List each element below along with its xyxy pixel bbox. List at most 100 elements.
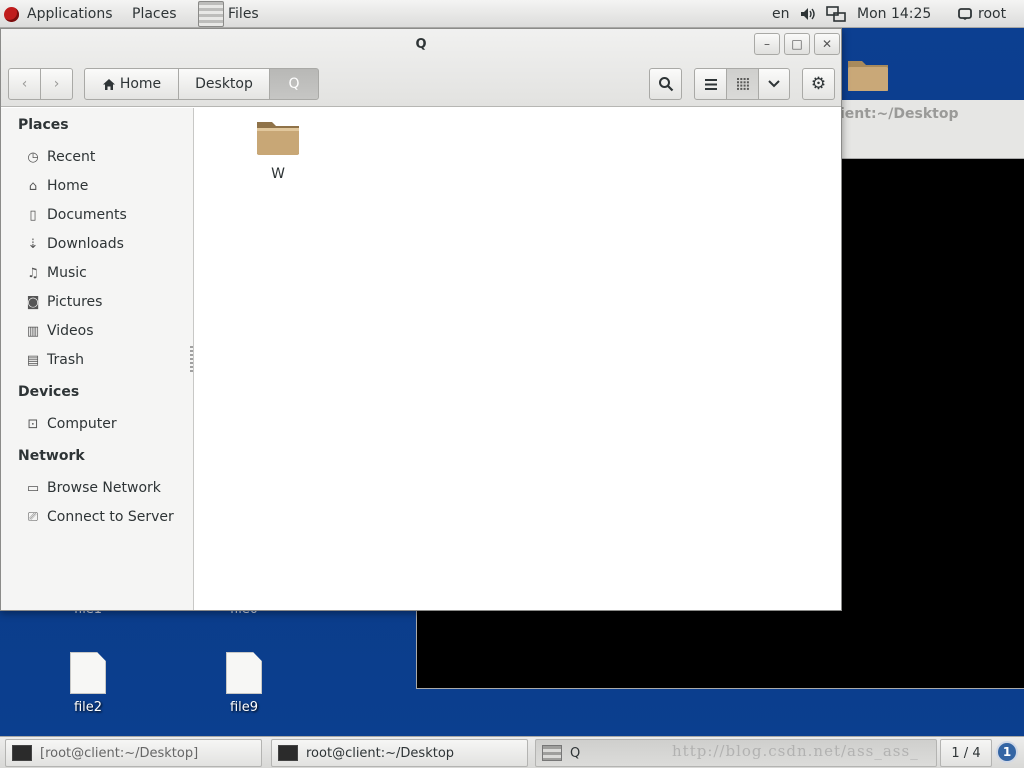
sidebar-section-places: Places bbox=[18, 117, 69, 133]
background-folder-icon[interactable] bbox=[846, 55, 890, 93]
sidebar-item-music[interactable]: ♫ Music bbox=[25, 260, 190, 286]
minimize-button[interactable]: – bbox=[754, 33, 780, 55]
maximize-icon: □ bbox=[791, 37, 803, 51]
search-icon bbox=[658, 77, 673, 92]
sidebar-item-label: Home bbox=[47, 178, 89, 194]
workspace-switcher[interactable]: 1 / 4 bbox=[940, 739, 992, 767]
watermark-text: http://blog.csdn.net/ass_ass_ bbox=[672, 742, 919, 760]
network-wired-icon[interactable] bbox=[826, 6, 846, 22]
sidebar-item-videos[interactable]: ▥ Videos bbox=[25, 318, 190, 344]
list-view-button[interactable] bbox=[694, 68, 727, 100]
back-button[interactable]: ‹ bbox=[8, 68, 41, 100]
sidebar-item-label: Music bbox=[47, 265, 87, 281]
close-button[interactable]: ✕ bbox=[814, 33, 840, 55]
file-view[interactable]: W bbox=[195, 108, 841, 610]
sidebar-item-trash[interactable]: ▤ Trash bbox=[25, 347, 190, 373]
sidebar-item-label: Trash bbox=[47, 352, 84, 368]
sidebar: Places ◷ Recent ⌂ Home ▯ Documents ⇣ Dow… bbox=[1, 108, 194, 610]
files-label: Files bbox=[228, 6, 259, 22]
downloads-icon: ⇣ bbox=[27, 236, 39, 252]
folder-item[interactable]: W bbox=[243, 118, 313, 182]
grid-view-button[interactable] bbox=[726, 68, 759, 100]
places-menu[interactable]: Places bbox=[132, 0, 177, 28]
header-bar[interactable]: Q – □ ✕ ‹ › Home Desktop Q ⚙ bbox=[1, 29, 841, 107]
user-label: root bbox=[978, 6, 1007, 22]
clock-label: Mon 14:25 bbox=[857, 6, 932, 22]
trash-icon: ▤ bbox=[26, 352, 40, 368]
language-indicator[interactable]: en bbox=[772, 0, 790, 28]
sidebar-item-recent[interactable]: ◷ Recent bbox=[25, 144, 190, 170]
sidebar-item-documents[interactable]: ▯ Documents bbox=[25, 202, 190, 228]
notification-count: 1 bbox=[1002, 745, 1012, 759]
search-button[interactable] bbox=[649, 68, 682, 100]
maximize-button[interactable]: □ bbox=[784, 33, 810, 55]
sidebar-item-label: Downloads bbox=[47, 236, 124, 252]
file-cabinet-icon bbox=[198, 1, 224, 27]
chevron-left-icon: ‹ bbox=[21, 76, 28, 92]
sidebar-section-network: Network bbox=[18, 448, 85, 464]
minimize-icon: – bbox=[764, 37, 770, 51]
sidebar-item-label: Connect to Server bbox=[47, 509, 174, 525]
desktop-file-icon[interactable]: file9 bbox=[204, 652, 284, 715]
breadcrumb-label: Q bbox=[288, 76, 300, 92]
chevron-right-icon: › bbox=[53, 76, 60, 92]
sidebar-item-home[interactable]: ⌂ Home bbox=[25, 173, 190, 199]
videos-icon: ▥ bbox=[26, 323, 40, 339]
breadcrumb-home[interactable]: Home bbox=[84, 68, 179, 100]
desktop-file-icon[interactable]: file2 bbox=[48, 652, 128, 715]
file-manager-window: Q – □ ✕ ‹ › Home Desktop Q ⚙ Places ◷ Re… bbox=[0, 28, 842, 611]
folder-label: W bbox=[271, 166, 285, 182]
task-label: root@client:~/Desktop bbox=[306, 745, 455, 761]
workspace-label: 1 / 4 bbox=[951, 745, 981, 761]
breadcrumb-desktop[interactable]: Desktop bbox=[178, 68, 270, 100]
window-title: Q bbox=[415, 37, 427, 52]
file-cabinet-icon bbox=[542, 745, 562, 761]
bottom-panel: [root@client:~/Desktop] root@client:~/De… bbox=[0, 736, 1024, 768]
forward-button[interactable]: › bbox=[40, 68, 73, 100]
view-options-button[interactable] bbox=[758, 68, 790, 100]
taskbar-item-terminal-1[interactable]: [root@client:~/Desktop] bbox=[5, 739, 262, 767]
clock[interactable]: Mon 14:25 bbox=[857, 0, 931, 28]
computer-icon: ⊡ bbox=[27, 416, 39, 432]
home-icon bbox=[102, 78, 115, 90]
home-icon: ⌂ bbox=[28, 178, 38, 194]
volume-icon[interactable] bbox=[800, 6, 816, 22]
terminal-title: ient:~/Desktop bbox=[840, 106, 959, 122]
breadcrumb-current[interactable]: Q bbox=[269, 68, 319, 100]
menu-gear-button[interactable]: ⚙ bbox=[802, 68, 835, 100]
applications-label: Applications bbox=[27, 6, 113, 22]
places-label: Places bbox=[132, 6, 177, 22]
top-panel: Applications Places Files en Mon 14:25 r… bbox=[0, 0, 1024, 28]
user-menu[interactable]: root bbox=[958, 0, 1006, 28]
files-app-menu[interactable]: Files bbox=[198, 0, 259, 28]
sidebar-item-connect-server[interactable]: ⎚ Connect to Server bbox=[25, 504, 190, 530]
chevron-down-icon bbox=[768, 80, 780, 88]
notification-badge[interactable]: 1 bbox=[996, 741, 1018, 763]
breadcrumb-label: Home bbox=[119, 76, 162, 92]
taskbar-item-terminal-2[interactable]: root@client:~/Desktop bbox=[271, 739, 528, 767]
file-icon bbox=[226, 652, 262, 694]
task-label: Q bbox=[570, 745, 581, 761]
sidebar-item-label: Computer bbox=[47, 416, 117, 432]
sidebar-item-computer[interactable]: ⊡ Computer bbox=[25, 411, 190, 437]
music-icon: ♫ bbox=[27, 265, 39, 281]
sidebar-item-downloads[interactable]: ⇣ Downloads bbox=[25, 231, 190, 257]
sidebar-resize-handle[interactable] bbox=[190, 346, 193, 374]
sidebar-item-pictures[interactable]: ◙ Pictures bbox=[25, 289, 190, 315]
sidebar-section-devices: Devices bbox=[18, 384, 80, 400]
applications-menu[interactable]: Applications bbox=[4, 0, 113, 28]
documents-icon: ▯ bbox=[29, 207, 37, 223]
sidebar-item-label: Recent bbox=[47, 149, 96, 165]
folder-icon bbox=[257, 122, 299, 155]
terminal-icon bbox=[12, 745, 32, 761]
terminal-icon bbox=[278, 745, 298, 761]
list-icon bbox=[704, 78, 717, 90]
redhat-logo-icon bbox=[4, 6, 19, 22]
gear-icon: ⚙ bbox=[810, 74, 827, 94]
sidebar-item-label: Browse Network bbox=[47, 480, 161, 496]
browse-network-icon: ▭ bbox=[26, 480, 40, 496]
breadcrumb-label: Desktop bbox=[195, 76, 253, 92]
sidebar-item-browse-network[interactable]: ▭ Browse Network bbox=[25, 475, 190, 501]
grid-icon bbox=[736, 78, 749, 90]
desktop-file-label: file2 bbox=[73, 700, 103, 715]
